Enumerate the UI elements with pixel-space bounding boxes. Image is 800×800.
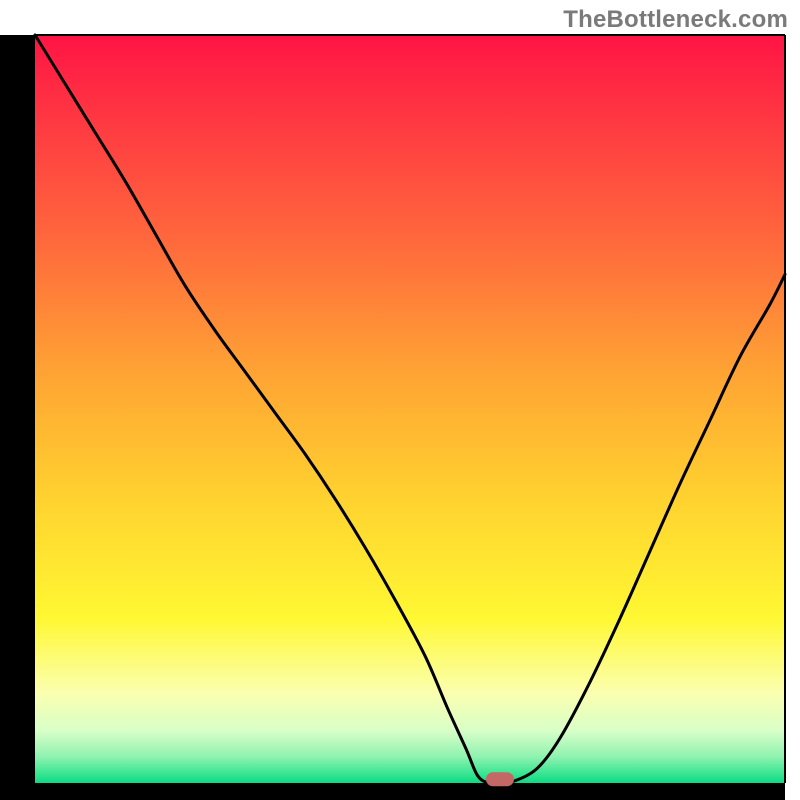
plot-background [35, 35, 785, 783]
right-margin [785, 0, 800, 800]
bottleneck-chart [0, 0, 800, 800]
watermark-label: TheBottleneck.com [563, 6, 788, 34]
optimal-point-marker [486, 772, 514, 786]
chart-container: TheBottleneck.com [0, 0, 800, 800]
